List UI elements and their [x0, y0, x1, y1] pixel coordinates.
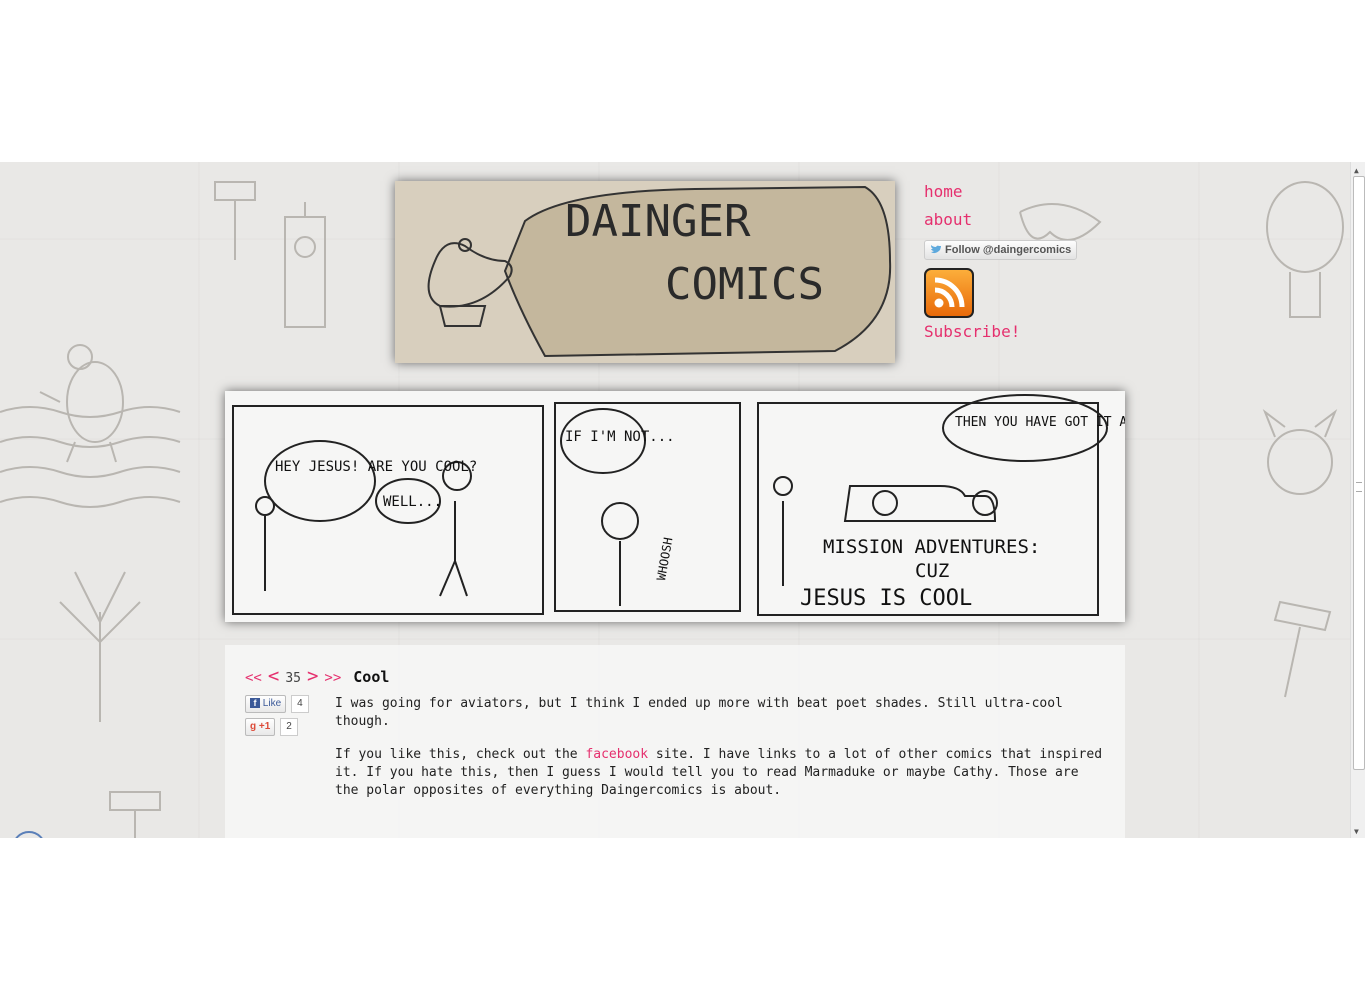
vertical-scrollbar[interactable]: ▲ ▼: [1350, 162, 1365, 838]
google-plus-row: g +1 2: [245, 718, 309, 736]
last-comic-link[interactable]: >>: [324, 670, 341, 686]
sea-doodle: [0, 406, 181, 508]
post-paragraph-2: If you like this, check out the facebook…: [335, 746, 1105, 800]
comic-speech-4: THEN YOU HAVE GOT IT ALL WRONG: [955, 415, 1125, 430]
tree-doodle: [59, 571, 141, 722]
logo-artwork: DAINGER COMICS: [427, 185, 892, 358]
page-viewport: DAINGER COMICS home about Follow @dainge…: [0, 162, 1350, 838]
comic-panel-1: [232, 405, 544, 615]
comic-artwork: HEY JESUS! ARE YOU COOL? WELL... IF I'M …: [232, 394, 1125, 616]
comic-caption-3: JESUS IS COOL: [800, 586, 972, 611]
google-plus-label: +1: [258, 721, 271, 732]
first-comic-link[interactable]: <<: [245, 670, 262, 686]
logo-line1: DAINGER: [565, 196, 751, 247]
google-plus-count: 2: [280, 718, 298, 736]
scrollbar-thumb[interactable]: [1353, 176, 1365, 770]
post-section: << < 35 > >> Cool f Like 4 g +1 2 I was …: [225, 645, 1125, 838]
rss-feed-icon[interactable]: [924, 268, 974, 318]
subscribe-link[interactable]: Subscribe!: [924, 322, 1124, 341]
facebook-like-label: Like: [262, 698, 282, 709]
post-body: I was going for aviators, but I think I …: [335, 695, 1105, 815]
comic-panel-3: [757, 402, 1099, 616]
comic-speech-3: IF I'M NOT...: [565, 429, 675, 445]
comic-strip: HEY JESUS! ARE YOU COOL? WELL... IF I'M …: [225, 391, 1125, 622]
facebook-like-button[interactable]: f Like: [245, 695, 287, 713]
post-title: Cool: [353, 668, 390, 686]
hammer-doodle-bottom: [109, 791, 161, 838]
social-buttons: f Like 4 g +1 2: [245, 695, 309, 741]
prev-comic-link[interactable]: <: [268, 665, 279, 687]
jesus-head-panel-2: [601, 502, 639, 540]
nav-about-link[interactable]: about: [924, 210, 1124, 230]
site-logo[interactable]: DAINGER COMICS: [395, 181, 895, 363]
comic-caption-1: MISSION ADVENTURES:: [823, 536, 1040, 558]
scrollbar-grip-icon: [1356, 482, 1362, 492]
twitter-bird-icon: [931, 245, 941, 254]
twitter-follow-label: Follow @daingercomics: [945, 244, 1072, 256]
comic-sfx: WHOOSH: [654, 536, 675, 581]
cat-doodle: [1262, 409, 1338, 495]
facebook-icon: f: [250, 698, 260, 708]
rss-symbol-icon: [934, 277, 965, 308]
lightbulb-doodle: [1266, 181, 1344, 318]
hammer-doodle-top: [214, 181, 256, 260]
facebook-like-row: f Like 4: [245, 695, 309, 713]
scroll-up-arrow-icon[interactable]: ▲: [1354, 166, 1359, 175]
google-plus-button[interactable]: g +1: [245, 718, 276, 736]
comic-caption-2: CUZ: [915, 560, 949, 582]
comic-speech-2: WELL...: [383, 494, 442, 510]
hammer-doodle-right: [1273, 600, 1332, 698]
comic-number: 35: [285, 671, 301, 686]
logo-line2: COMICS: [665, 259, 824, 310]
clock-tower-doodle: [284, 202, 326, 328]
post-paragraph-1: I was going for aviators, but I think I …: [335, 696, 1063, 729]
nav-home-link[interactable]: home: [924, 182, 1124, 202]
site-nav: home about Follow @daingercomics Subscri…: [924, 182, 1124, 341]
comic-pagination: << < 35 > >> Cool: [245, 665, 389, 687]
comic-speech-1: HEY JESUS! ARE YOU COOL?: [275, 459, 477, 475]
facebook-link[interactable]: facebook: [585, 747, 648, 762]
scroll-down-arrow-icon[interactable]: ▼: [1354, 827, 1359, 836]
google-plus-icon: g: [250, 721, 257, 732]
speech-bubble-1: [264, 440, 376, 522]
twitter-follow-button[interactable]: Follow @daingercomics: [924, 240, 1078, 260]
facebook-like-count: 4: [291, 695, 309, 713]
post-paragraph-2-before: If you like this, check out the: [335, 747, 586, 762]
next-comic-link[interactable]: >: [307, 665, 318, 687]
